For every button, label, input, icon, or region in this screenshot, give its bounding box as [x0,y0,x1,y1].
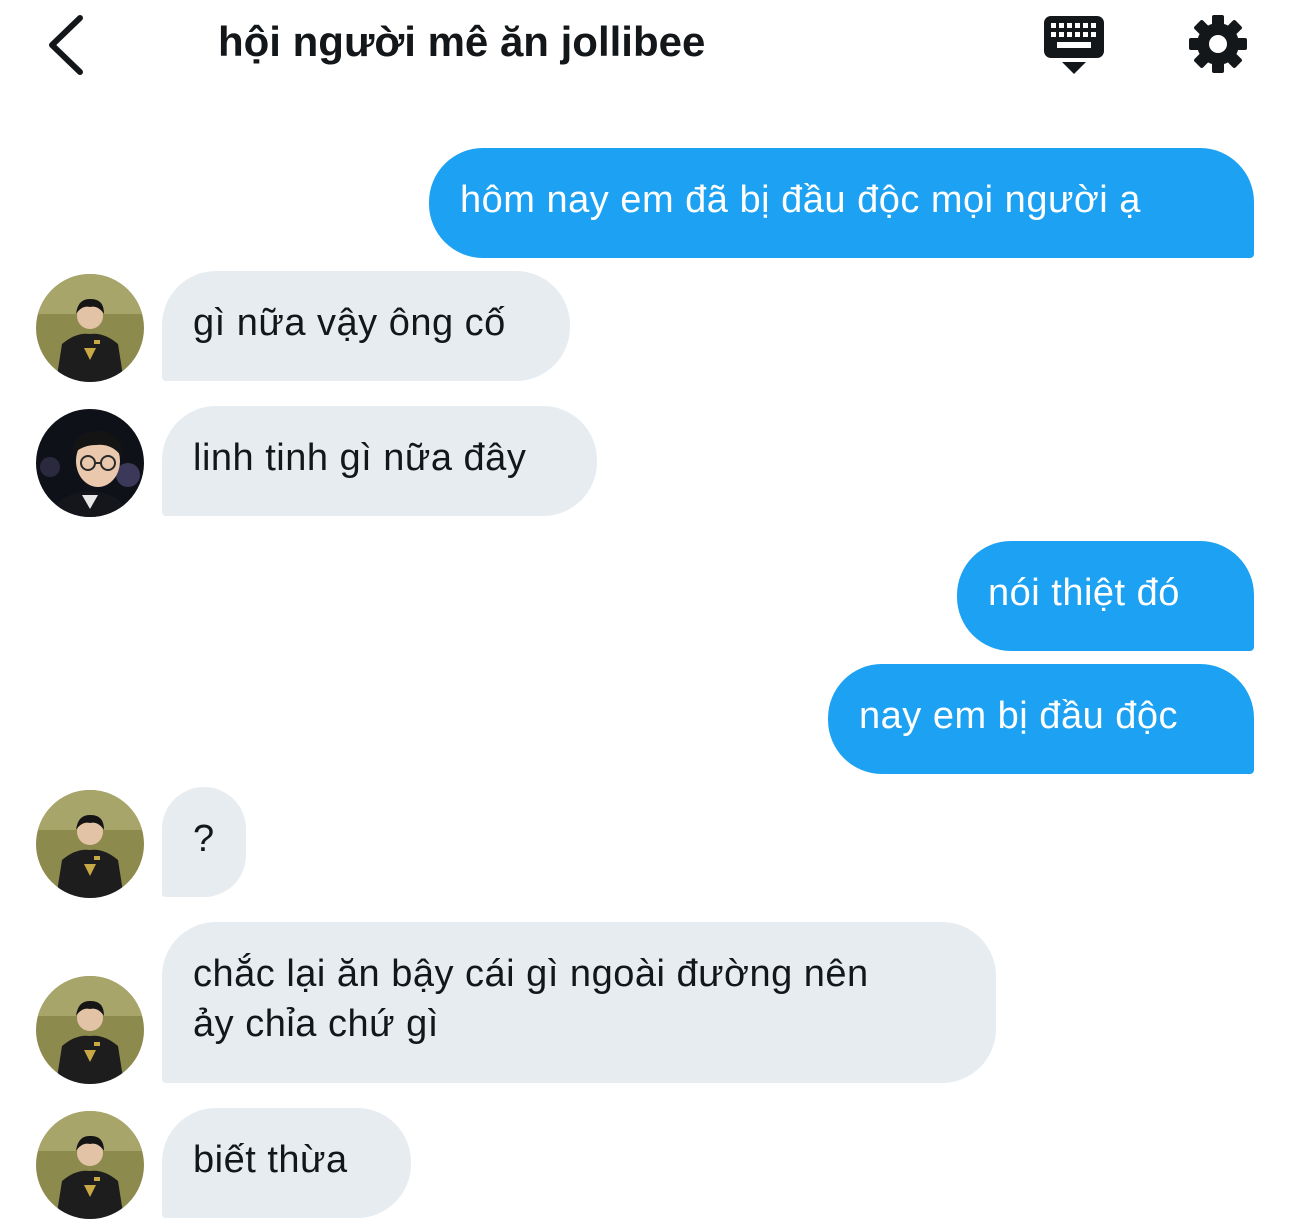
avatar[interactable] [36,409,144,517]
gear-icon [1189,15,1247,73]
keyboard-button[interactable] [1040,12,1108,76]
outgoing-message-bubble[interactable]: nói thiệt đó [957,541,1254,651]
incoming-message-bubble[interactable]: gì nữa vậy ông cố [162,271,570,381]
keyboard-icon [1044,16,1104,74]
settings-button[interactable] [1186,12,1250,76]
avatar-glasses-image [36,409,144,517]
conversation-title: hội người mê ăn jollibee [218,18,706,65]
avatar-jersey-image [36,274,144,382]
conversation-header: hội người mê ăn jollibee [0,0,1290,90]
outgoing-message-bubble[interactable]: nay em bị đầu độc [828,664,1254,774]
chevron-left-icon [49,15,83,75]
avatar-jersey-image [36,1111,144,1219]
avatar[interactable] [36,976,144,1084]
avatar-jersey-image [36,976,144,1084]
message-text: gì nữa vậy ông cố [193,302,506,344]
incoming-message-bubble[interactable]: biết thừa [162,1108,411,1218]
message-text-line: ảy chỉa chứ gì [193,1003,439,1045]
avatar-jersey-image [36,790,144,898]
avatar[interactable] [36,274,144,382]
avatar[interactable] [36,790,144,898]
incoming-message-bubble[interactable]: chắc lại ăn bậy cái gì ngoài đường nên ả… [162,922,996,1083]
back-button[interactable] [40,10,96,76]
message-text: hôm nay em đã bị đầu độc mọi người ạ [460,179,1141,221]
message-text: linh tinh gì nữa đây [193,437,527,479]
incoming-message-bubble[interactable]: ? [162,787,246,897]
message-text: nói thiệt đó [988,572,1180,614]
message-text: biết thừa [193,1139,348,1181]
incoming-message-bubble[interactable]: linh tinh gì nữa đây [162,406,597,516]
message-text-line: chắc lại ăn bậy cái gì ngoài đường nên [193,953,869,995]
message-text: ? [193,818,215,860]
avatar[interactable] [36,1111,144,1219]
outgoing-message-bubble[interactable]: hôm nay em đã bị đầu độc mọi người ạ [429,148,1254,258]
message-text: nay em bị đầu độc [859,695,1179,737]
